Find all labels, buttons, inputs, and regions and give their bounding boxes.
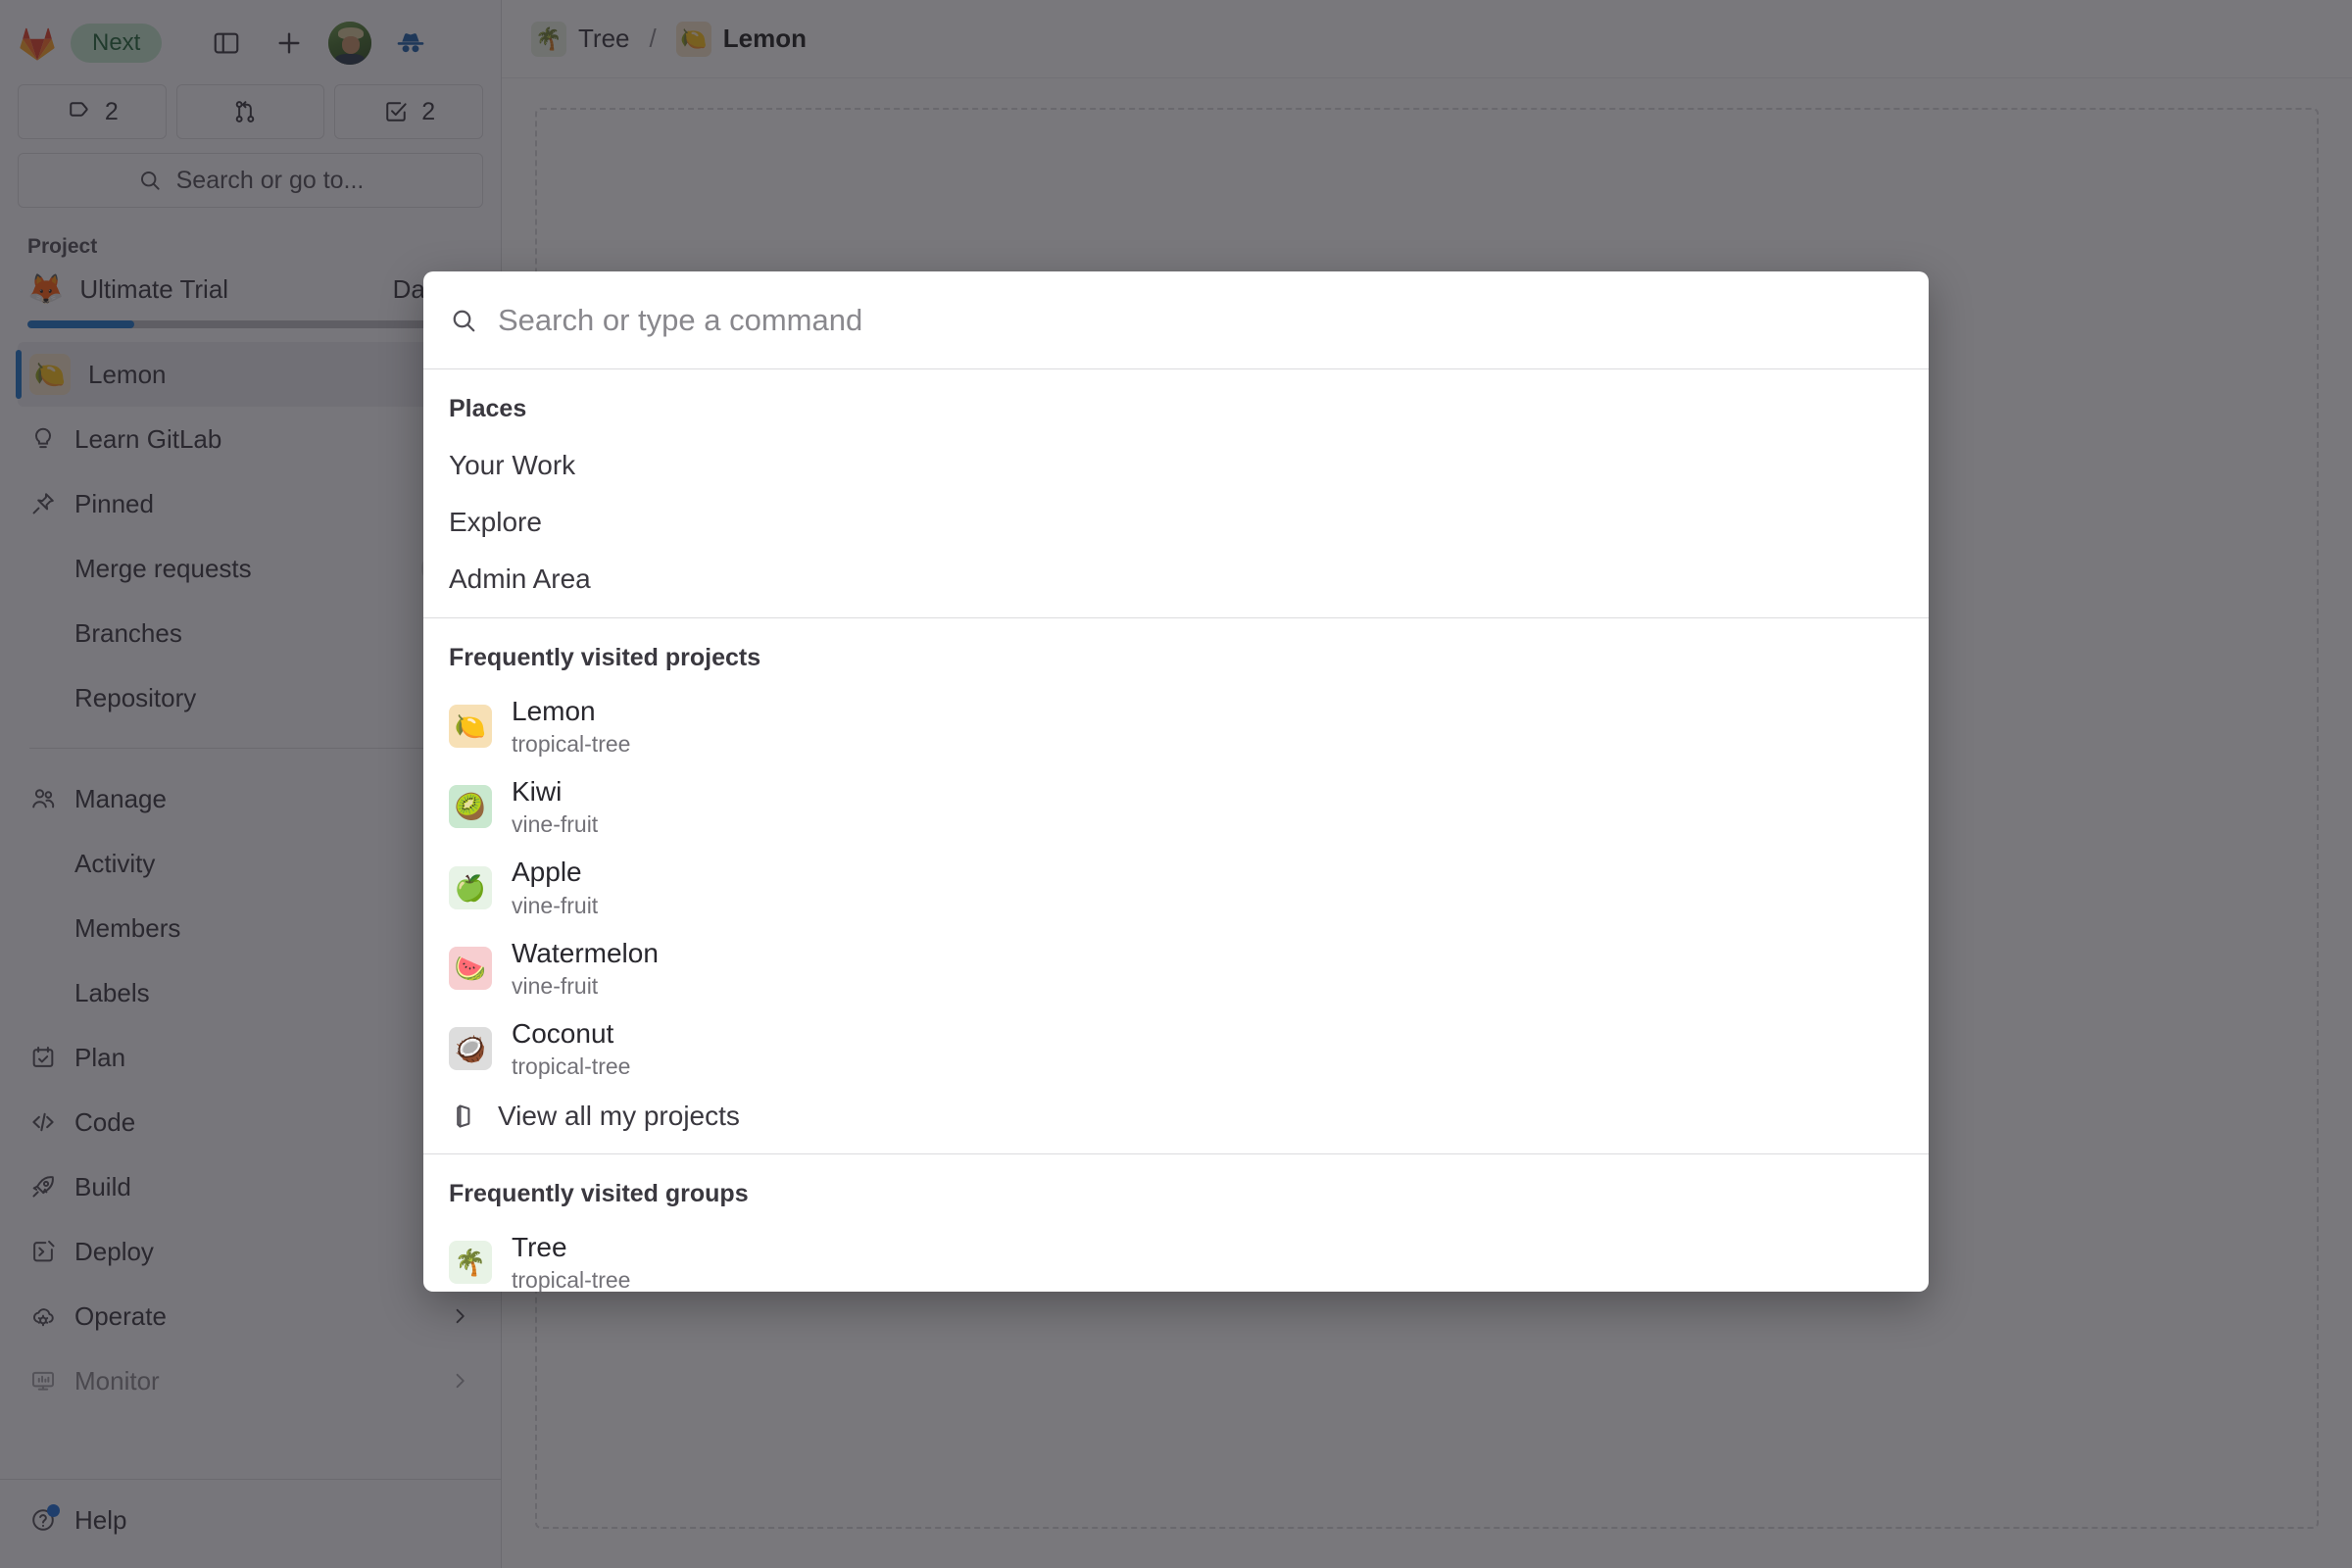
palette-item-namespace: vine-fruit [512,892,599,918]
palette-group-title: Frequently visited groups [449,1180,749,1208]
palette-item-name: Tree [512,1232,567,1263]
palette-item-name: Watermelon [512,937,659,968]
project-icon [449,1102,478,1131]
palette-item-name: Apple [512,857,582,888]
command-palette-search-row [423,271,1929,369]
palette-item-texts: Watermelon vine-fruit [512,937,659,1000]
palette-item-name: Lemon [512,696,596,726]
palette-item-namespace: vine-fruit [512,972,599,999]
palette-item-label: Your Work [449,450,576,480]
palette-item-name: Kiwi [512,776,563,808]
project-emoji-icon: 🥝 [449,785,492,829]
search-icon [449,306,478,335]
palette-item-project-kiwi[interactable]: 🥝 Kiwi vine-fruit [423,766,1929,847]
palette-item-label: Explore [449,507,542,537]
palette-item-namespace: tropical-tree [512,1267,631,1292]
palette-item-texts: Tree tropical-tree [512,1231,630,1292]
palette-item-name: Coconut [512,1017,614,1049]
command-palette: Places Your Work Explore Admin Area Freq… [423,271,1929,1292]
palette-item-group-tree[interactable]: 🌴 Tree tropical-tree [423,1222,1929,1292]
project-emoji-icon: 🍋 [449,705,492,749]
palette-link-label: View all my projects [498,1101,740,1132]
palette-group-projects: Frequently visited projects 🍋 Lemon trop… [423,617,1929,1153]
palette-item-project-lemon[interactable]: 🍋 Lemon tropical-tree [423,686,1929,766]
palette-group-places: Places Your Work Explore Admin Area [423,369,1929,617]
command-palette-input[interactable] [498,302,1903,338]
palette-item-project-apple[interactable]: 🍏 Apple vine-fruit [423,847,1929,927]
palette-item-texts: Lemon tropical-tree [512,695,630,758]
palette-item-label: Admin Area [449,564,591,594]
palette-item-admin-area[interactable]: Admin Area [423,551,1929,608]
palette-item-namespace: vine-fruit [512,811,599,838]
project-emoji-icon: 🥥 [449,1026,492,1070]
palette-group-title: Places [449,395,527,422]
palette-item-namespace: tropical-tree [512,1053,631,1079]
group-emoji-icon: 🌴 [449,1241,492,1285]
palette-item-project-coconut[interactable]: 🥥 Coconut tropical-tree [423,1008,1929,1089]
palette-view-all-projects-link[interactable]: View all my projects [423,1089,1929,1144]
project-emoji-icon: 🍏 [449,865,492,909]
palette-group-groups: Frequently visited groups 🌴 Tree tropica… [423,1153,1929,1292]
project-emoji-icon: 🍉 [449,946,492,990]
command-palette-results: Places Your Work Explore Admin Area Freq… [423,369,1929,1292]
palette-item-texts: Coconut tropical-tree [512,1017,630,1080]
palette-item-explore[interactable]: Explore [423,494,1929,551]
palette-item-texts: Kiwi vine-fruit [512,775,598,838]
palette-item-namespace: tropical-tree [512,731,631,758]
palette-group-title: Frequently visited projects [449,644,761,671]
palette-item-texts: Apple vine-fruit [512,856,598,918]
palette-item-project-watermelon[interactable]: 🍉 Watermelon vine-fruit [423,928,1929,1008]
palette-item-your-work[interactable]: Your Work [423,437,1929,494]
